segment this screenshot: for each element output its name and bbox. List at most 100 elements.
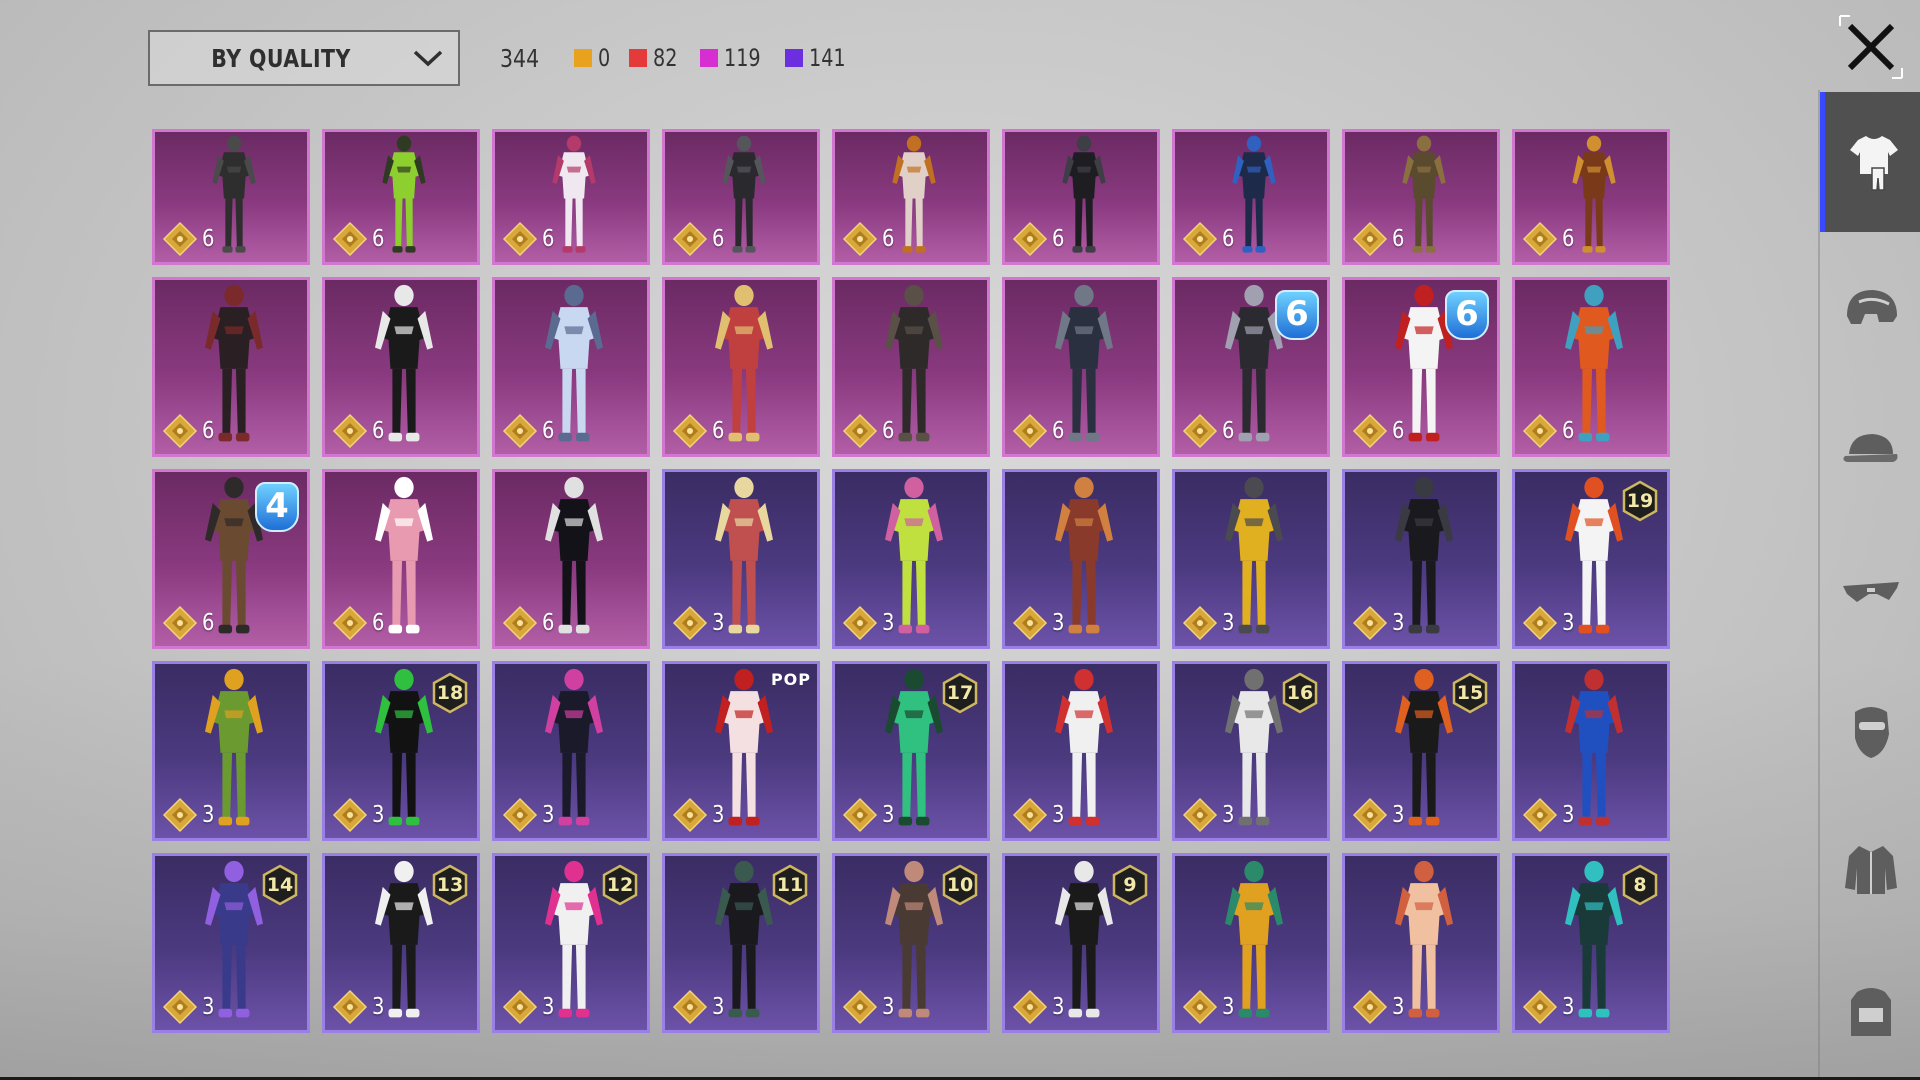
points-badge: 6 [162, 413, 217, 449]
outfit-card[interactable]: 3 [1172, 853, 1330, 1033]
points-value: 3 [202, 802, 215, 828]
outfit-card[interactable]: 6 [322, 469, 480, 649]
outfit-card[interactable]: 3 16 [1172, 661, 1330, 841]
category-tab-hat[interactable] [1820, 380, 1920, 520]
outfit-card[interactable]: 6 [1002, 129, 1160, 265]
gold-points-icon [332, 797, 368, 833]
gold-points-icon [162, 413, 198, 449]
gold-points-icon [842, 605, 878, 641]
outfit-card[interactable]: 6 [492, 277, 650, 457]
points-value: 3 [882, 802, 895, 828]
points-value: 6 [202, 418, 215, 444]
gold-points-icon [1012, 605, 1048, 641]
points-badge: 6 [162, 221, 217, 257]
level-badge: 15 [1451, 672, 1489, 714]
red-quality-swatch [629, 49, 647, 67]
outfit-card[interactable]: 3 [1002, 661, 1160, 841]
quality-count-value: 141 [809, 44, 847, 72]
category-tab-mask[interactable] [1820, 660, 1920, 800]
points-value: 6 [1222, 418, 1235, 444]
outfit-card[interactable]: 3 12 [492, 853, 650, 1033]
outfit-card[interactable]: 39 [1002, 853, 1160, 1033]
points-badge: 6 [332, 221, 387, 257]
outfit-card[interactable]: 3 [662, 469, 820, 649]
points-value: 3 [712, 610, 725, 636]
points-badge: 6 [1352, 221, 1407, 257]
outfit-card[interactable]: 6 [1342, 129, 1500, 265]
outfit-card[interactable]: 3 [152, 661, 310, 841]
gold-points-icon [502, 413, 538, 449]
outfit-card[interactable]: 3 [1342, 469, 1500, 649]
category-tab-jacket[interactable] [1820, 800, 1920, 940]
outfit-card[interactable]: 3 18 [322, 661, 480, 841]
gold-points-icon [1352, 413, 1388, 449]
outfit-card[interactable]: 3 POP [662, 661, 820, 841]
gold-points-icon [672, 989, 708, 1025]
points-value: 6 [1562, 226, 1575, 252]
outfit-card[interactable]: 6 [492, 469, 650, 649]
points-badge: 3 [332, 989, 387, 1025]
points-badge: 6 [1012, 221, 1067, 257]
quality-count-value: 119 [723, 44, 761, 72]
outfit-card[interactable]: 3 14 [152, 853, 310, 1033]
gold-points-icon [1522, 413, 1558, 449]
outfit-card[interactable]: 6 [662, 277, 820, 457]
outfit-card[interactable]: 6 [1172, 129, 1330, 265]
category-tab-backpack[interactable] [1820, 940, 1920, 1080]
outfit-card[interactable]: 3 13 [322, 853, 480, 1033]
gold-points-icon [1352, 989, 1388, 1025]
points-value: 6 [882, 226, 895, 252]
close-button[interactable] [1836, 12, 1906, 82]
outfit-card[interactable]: 6 [322, 277, 480, 457]
points-value: 3 [1052, 610, 1065, 636]
gold-points-icon [162, 605, 198, 641]
points-badge: 3 [1522, 605, 1577, 641]
outfit-card[interactable]: 3 19 [1512, 469, 1670, 649]
outfit-card[interactable]: 3 [1342, 853, 1500, 1033]
points-value: 6 [372, 610, 385, 636]
outfit-card[interactable]: 66 [1342, 277, 1500, 457]
outfit-card[interactable]: 3 17 [832, 661, 990, 841]
outfit-card[interactable]: 3 10 [832, 853, 990, 1033]
outfit-card[interactable]: 6 [832, 129, 990, 265]
level-badge: 12 [601, 864, 639, 906]
outfit-card[interactable]: 3 [1172, 469, 1330, 649]
outfit-card[interactable]: 3 [832, 469, 990, 649]
outfit-card[interactable]: 3 15 [1342, 661, 1500, 841]
gold-quality-swatch [573, 49, 592, 67]
outfit-card[interactable]: 6 [1512, 129, 1670, 265]
outfit-card[interactable]: 3 [492, 661, 650, 841]
points-value: 6 [542, 610, 555, 636]
outfit-card[interactable]: 6 [322, 129, 480, 265]
category-tab-outfit[interactable] [1820, 92, 1920, 232]
outfit-card[interactable]: 6 [492, 129, 650, 265]
sort-dropdown[interactable]: BY QUALITY [148, 30, 460, 86]
points-badge: 6 [672, 221, 727, 257]
outfit-card[interactable]: 6 [1512, 277, 1670, 457]
outfit-card[interactable]: 38 [1512, 853, 1670, 1033]
chevron-down-icon [413, 50, 443, 67]
outfit-card[interactable]: 3 11 [662, 853, 820, 1033]
category-tab-eyewear[interactable] [1820, 520, 1920, 660]
points-value: 3 [542, 802, 555, 828]
quality-count-red: 82 [629, 44, 684, 72]
outfit-card[interactable]: 6 [1002, 277, 1160, 457]
points-value: 3 [1222, 802, 1235, 828]
outfit-card[interactable]: 3 [1002, 469, 1160, 649]
category-tab-helmet[interactable] [1820, 240, 1920, 380]
outfit-card[interactable]: 6 [152, 277, 310, 457]
quality-count-value: 82 [653, 44, 678, 72]
jacket-icon [1845, 846, 1897, 894]
outfit-card[interactable]: 6 [832, 277, 990, 457]
points-value: 3 [1222, 610, 1235, 636]
outfit-card[interactable]: 6 [662, 129, 820, 265]
level-badge: 8 [1621, 864, 1659, 906]
outfit-card[interactable]: 66 [1172, 277, 1330, 457]
level-badge: 16 [1281, 672, 1319, 714]
level-badge-number: 9 [1123, 874, 1137, 896]
outfit-card[interactable]: 6 [152, 129, 310, 265]
gold-points-icon [672, 605, 708, 641]
outfit-card[interactable]: 3 [1512, 661, 1670, 841]
outfit-card[interactable]: 64 [152, 469, 310, 649]
gold-points-icon [1182, 797, 1218, 833]
